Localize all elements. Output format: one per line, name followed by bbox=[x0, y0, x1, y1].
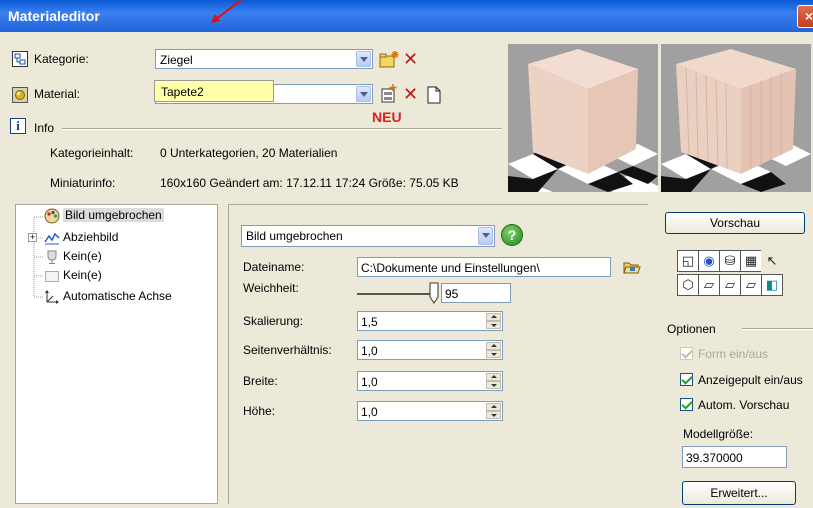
modellgroesse-value: 39.370000 bbox=[686, 451, 743, 465]
cylinder-shape-icon[interactable]: ⛁ bbox=[719, 250, 741, 272]
autovorschau-checkbox[interactable] bbox=[680, 398, 693, 411]
modellgroesse-field[interactable]: 39.370000 bbox=[682, 446, 787, 468]
kategorie-label: Kategorie: bbox=[34, 52, 89, 66]
miniaturinfo-value: 160x160 Geändert am: 17.12.11 17:24 Größ… bbox=[160, 176, 459, 190]
grid-icon[interactable]: ▦ bbox=[740, 250, 762, 272]
category-icon bbox=[12, 51, 28, 67]
material-preview-thumbnail bbox=[508, 44, 658, 192]
info-icon: i bbox=[10, 118, 26, 134]
breite-label: Breite: bbox=[243, 374, 278, 388]
material-label: Material: bbox=[34, 87, 81, 101]
erweitert-button[interactable]: Erweitert... bbox=[682, 481, 796, 505]
dateiname-label: Dateiname: bbox=[243, 260, 305, 274]
material-tooltip-text: Tapete2 bbox=[161, 85, 204, 99]
weichheit-slider-track[interactable] bbox=[357, 293, 437, 295]
skalierung-spinner[interactable] bbox=[486, 313, 501, 329]
pointer-icon[interactable]: ↖ bbox=[761, 250, 783, 272]
skalierung-field[interactable]: 1,5 bbox=[357, 311, 503, 331]
weichheit-field[interactable]: 95 bbox=[441, 283, 511, 303]
dateiname-value: C:\Dokumente und Einstellungen\ bbox=[361, 261, 540, 275]
chevron-down-icon[interactable] bbox=[478, 227, 493, 245]
map-type-combo[interactable]: Bild umgebrochen bbox=[241, 225, 495, 247]
material-tooltip: Tapete2 bbox=[154, 80, 274, 102]
autovorschau-label: Autom. Vorschau bbox=[698, 398, 790, 412]
cube-view-2-icon[interactable]: ▱ bbox=[698, 274, 720, 296]
seitenverhaeltnis-spinner[interactable] bbox=[486, 342, 501, 358]
tree-item-label: Kein(e) bbox=[63, 268, 102, 282]
tree-expander[interactable]: + bbox=[28, 233, 37, 242]
close-button[interactable]: × bbox=[797, 5, 813, 28]
decal-icon bbox=[44, 232, 60, 245]
new-category-icon[interactable] bbox=[378, 50, 400, 70]
title-bar[interactable]: Materialeditor × bbox=[0, 0, 813, 32]
blank-document-icon[interactable] bbox=[426, 86, 442, 104]
seitenverhaeltnis-value: 1,0 bbox=[361, 344, 378, 358]
dateiname-field[interactable]: C:\Dokumente und Einstellungen\ bbox=[357, 257, 611, 277]
info-label: Info bbox=[34, 121, 55, 135]
kategorieinhalt-value: 0 Unterkategorien, 20 Materialien bbox=[160, 146, 338, 160]
cube-view-5-icon[interactable]: ◧ bbox=[761, 274, 783, 296]
info-divider bbox=[62, 128, 502, 130]
hoehe-value: 1,0 bbox=[361, 405, 378, 419]
cube-view-3-icon[interactable]: ▱ bbox=[719, 274, 741, 296]
weichheit-slider-thumb[interactable] bbox=[428, 282, 440, 304]
optionen-divider bbox=[742, 328, 813, 330]
open-folder-icon[interactable] bbox=[623, 259, 641, 275]
texture-tree: Bild umgebrochen + Abziehbild Kein(e) Ke… bbox=[15, 204, 218, 504]
breite-field[interactable]: 1,0 bbox=[357, 371, 503, 391]
breite-value: 1,0 bbox=[361, 375, 378, 389]
tree-item-label: Automatische Achse bbox=[63, 289, 172, 303]
axis-icon bbox=[45, 290, 59, 304]
seitenverhaeltnis-label: Seitenverhältnis: bbox=[243, 343, 332, 357]
texture-properties-panel: Bild umgebrochen ? Dateiname: C:\Dokumen… bbox=[228, 204, 648, 504]
cube-view-4-icon[interactable]: ▱ bbox=[740, 274, 762, 296]
delete-material-icon[interactable]: ✕ bbox=[403, 85, 418, 103]
materialeditor-window: Materialeditor × Kategorie: Ziegel ✕ Mat… bbox=[0, 0, 813, 508]
anzeigepult-checkbox[interactable] bbox=[680, 373, 693, 386]
tree-item-label: Kein(e) bbox=[63, 249, 102, 263]
neu-annotation: NEU bbox=[372, 109, 402, 125]
help-icon[interactable]: ? bbox=[501, 224, 523, 246]
material-icon bbox=[12, 87, 28, 103]
sphere-shape-icon[interactable]: ◉ bbox=[698, 250, 720, 272]
tree-item-label: Bild umgebrochen bbox=[63, 208, 164, 222]
form-label: Form ein/aus bbox=[698, 347, 769, 361]
tree-item-label: Abziehbild bbox=[63, 230, 119, 244]
hoehe-label: Höhe: bbox=[243, 404, 276, 418]
vorschau-button[interactable]: Vorschau bbox=[665, 212, 805, 234]
skalierung-value: 1,5 bbox=[361, 315, 378, 329]
blank-image-icon bbox=[45, 271, 59, 282]
hoehe-spinner[interactable] bbox=[486, 403, 501, 419]
breite-spinner[interactable] bbox=[486, 373, 501, 389]
annotation-arrow-icon bbox=[211, 0, 242, 23]
kategorie-value: Ziegel bbox=[160, 53, 193, 67]
cube-view-1-icon[interactable]: ⬡ bbox=[677, 274, 699, 296]
modellgroesse-label: Modellgröße: bbox=[683, 427, 754, 441]
weichheit-label: Weichheit: bbox=[243, 281, 299, 295]
kategorie-combo[interactable]: Ziegel bbox=[155, 49, 373, 69]
plane-shape-icon[interactable]: ◱ bbox=[677, 250, 699, 272]
palette-icon bbox=[44, 208, 60, 224]
weichheit-value: 95 bbox=[445, 287, 459, 301]
kategorieinhalt-label: Kategorieinhalt: bbox=[50, 146, 134, 160]
chevron-down-icon[interactable] bbox=[356, 51, 371, 67]
window-title: Materialeditor bbox=[8, 8, 100, 24]
skalierung-label: Skalierung: bbox=[243, 314, 304, 328]
new-material-icon[interactable] bbox=[378, 84, 400, 104]
map-type-value: Bild umgebrochen bbox=[246, 229, 343, 243]
material-preview-wallpaper bbox=[661, 44, 811, 192]
hoehe-field[interactable]: 1,0 bbox=[357, 401, 503, 421]
optionen-label: Optionen bbox=[667, 322, 716, 336]
delete-category-icon[interactable]: ✕ bbox=[403, 50, 418, 68]
cup-icon bbox=[47, 250, 57, 264]
anzeigepult-label: Anzeigepult ein/aus bbox=[698, 373, 803, 387]
form-checkbox[interactable] bbox=[680, 347, 693, 360]
chevron-down-icon[interactable] bbox=[356, 86, 371, 102]
seitenverhaeltnis-field[interactable]: 1,0 bbox=[357, 340, 503, 360]
miniaturinfo-label: Miniaturinfo: bbox=[50, 176, 116, 190]
